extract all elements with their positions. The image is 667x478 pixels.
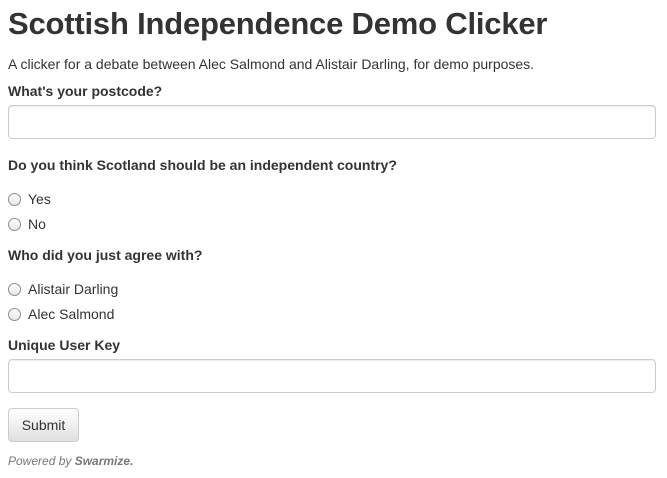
page-title: Scottish Independence Demo Clicker (8, 6, 548, 41)
radio-label-yes: Yes (28, 191, 51, 207)
radio-button-icon[interactable] (8, 217, 21, 231)
powered-by-note: Powered by Swarmize. (8, 454, 133, 468)
radio-option-alec-salmond[interactable]: Alec Salmond (8, 305, 114, 323)
submit-button[interactable]: Submit (8, 408, 79, 442)
page-container: Scottish Independence Demo Clicker A cli… (0, 0, 667, 468)
radio-option-alistair-darling[interactable]: Alistair Darling (8, 280, 118, 298)
page-description: A clicker for a debate between Alec Salm… (8, 56, 535, 72)
radio-option-no[interactable]: No (8, 215, 46, 233)
swarmize-brand: Swarmize. (74, 454, 134, 468)
powered-by-prefix: Powered by (8, 454, 75, 468)
radio-button-icon[interactable] (8, 192, 21, 206)
postcode-label: What's your postcode? (8, 83, 163, 99)
radio-label-alistair-darling: Alistair Darling (28, 281, 119, 297)
radio-button-icon[interactable] (8, 307, 21, 321)
user-key-input[interactable] (8, 359, 656, 393)
radio-label-no: No (28, 216, 46, 232)
radio-option-yes[interactable]: Yes (8, 190, 51, 208)
agree-question-label: Who did you just agree with? (8, 247, 203, 263)
independence-question-label: Do you think Scotland should be an indep… (8, 157, 397, 173)
postcode-input[interactable] (8, 105, 656, 139)
radio-label-alec-salmond: Alec Salmond (28, 306, 115, 322)
radio-button-icon[interactable] (8, 282, 21, 296)
user-key-label: Unique User Key (8, 337, 121, 353)
